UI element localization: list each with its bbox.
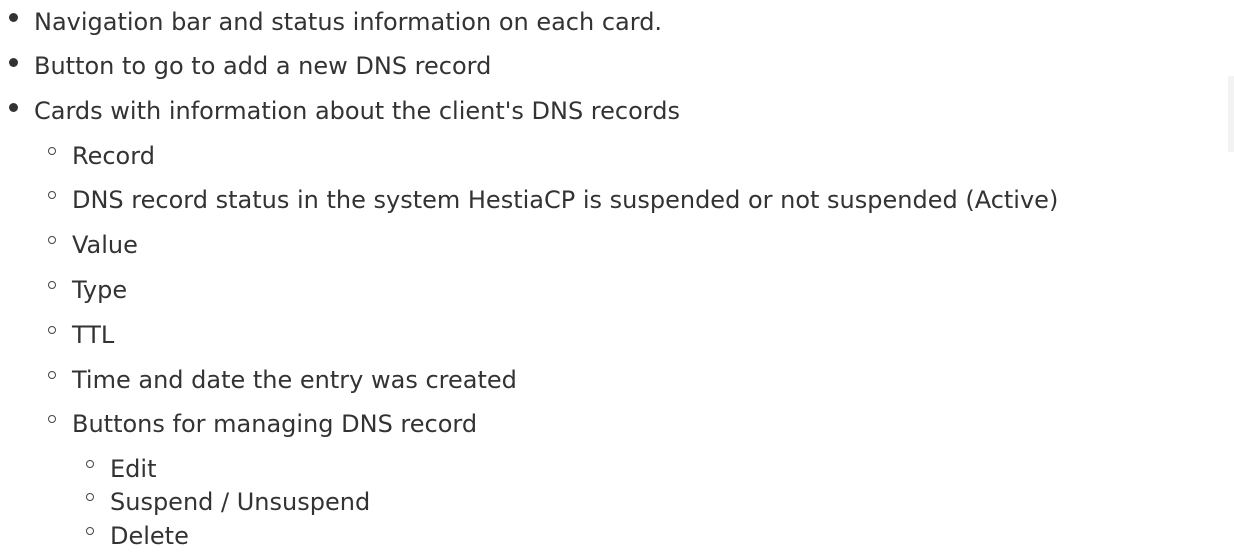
bullet-disc [9,103,18,112]
bullet-circle [48,371,56,379]
list-item-add-dns-button: Button to go to add a new DNS record [34,52,492,80]
bullet-circle [48,236,56,244]
scroll-edge-mark [1228,76,1234,152]
list-item-delete: Delete [110,522,189,550]
list-item-status: DNS record status in the system HestiaCP… [72,186,1059,214]
document-page: Navigation bar and status information on… [0,0,1234,553]
bullet-disc [9,58,18,67]
list-item-suspend-unsuspend: Suspend / Unsuspend [110,488,371,516]
list-item-created: Time and date the entry was created [72,366,517,394]
list-item-value: Value [72,231,138,259]
bullet-circle [86,493,94,501]
list-item-edit: Edit [110,455,157,483]
bullet-circle [86,527,94,535]
bullet-circle [48,281,56,289]
bullet-circle [48,326,56,334]
list-item-record: Record [72,142,155,170]
bullet-circle [86,460,94,468]
list-item-navigation-status: Navigation bar and status information on… [34,8,663,36]
list-item-ttl: TTL [72,321,115,349]
bullet-circle [48,147,56,155]
bullet-circle [48,191,56,199]
bullet-circle [48,415,56,423]
list-item-type: Type [72,276,128,304]
list-item-dns-cards: Cards with information about the client'… [34,97,680,125]
list-item-manage-buttons: Buttons for managing DNS record [72,410,478,438]
bullet-disc [9,13,18,22]
